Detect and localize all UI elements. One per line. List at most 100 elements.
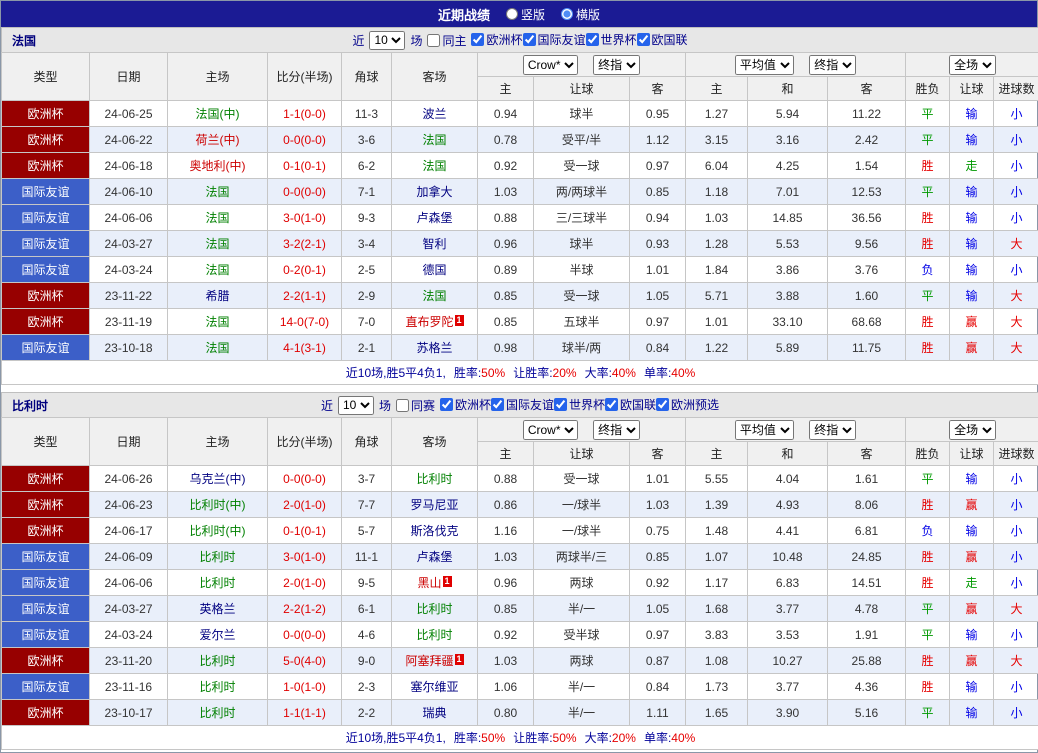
- euro-avg-select[interactable]: 平均值: [735, 55, 794, 75]
- competition-checkbox[interactable]: [554, 398, 567, 411]
- away-team[interactable]: 罗马尼亚: [410, 498, 458, 512]
- match-count-select[interactable]: 10: [338, 396, 374, 415]
- away-team[interactable]: 塞尔维亚: [410, 680, 458, 694]
- away-team[interactable]: 瑞典: [422, 706, 446, 720]
- layout-vertical-option[interactable]: 竖版: [506, 6, 545, 23]
- competition-checkbox[interactable]: [586, 33, 599, 46]
- competition-filter[interactable]: 欧国联: [605, 396, 656, 413]
- match-score[interactable]: 5-0(4-0): [283, 654, 326, 668]
- match-score[interactable]: 0-1(0-1): [283, 159, 326, 173]
- home-team[interactable]: 荷兰(中): [196, 133, 240, 147]
- home-team[interactable]: 比利时: [199, 550, 235, 564]
- competition-filter[interactable]: 欧洲杯: [471, 31, 522, 48]
- scope-select[interactable]: 全场: [949, 55, 996, 75]
- asian-odds-time-select[interactable]: 终指: [593, 55, 640, 75]
- home-team[interactable]: 法国: [205, 341, 229, 355]
- away-team[interactable]: 卢森堡: [416, 550, 452, 564]
- same-filter[interactable]: 同主: [427, 32, 466, 49]
- competition-type[interactable]: 欧洲杯: [2, 518, 90, 544]
- competition-filter[interactable]: 欧洲预选: [656, 396, 719, 413]
- competition-type[interactable]: 国际友谊: [2, 257, 90, 283]
- competition-type[interactable]: 欧洲杯: [2, 700, 90, 726]
- away-team[interactable]: 苏格兰: [416, 341, 452, 355]
- competition-type[interactable]: 欧洲杯: [2, 492, 90, 518]
- competition-type[interactable]: 欧洲杯: [2, 309, 90, 335]
- away-team[interactable]: 波兰: [422, 107, 446, 121]
- match-score[interactable]: 2-2(1-2): [283, 602, 326, 616]
- euro-odds-time-select[interactable]: 终指: [809, 420, 856, 440]
- home-team[interactable]: 乌克兰(中): [190, 472, 246, 486]
- away-team[interactable]: 比利时: [416, 602, 452, 616]
- away-team[interactable]: 德国: [422, 263, 446, 277]
- vertical-radio[interactable]: [506, 8, 518, 20]
- home-team[interactable]: 比利时: [199, 654, 235, 668]
- competition-filter[interactable]: 欧国联: [637, 31, 688, 48]
- bookmaker-select[interactable]: Crow*: [523, 420, 578, 440]
- match-score[interactable]: 3-0(1-0): [283, 211, 326, 225]
- horizontal-radio[interactable]: [561, 8, 573, 20]
- match-score[interactable]: 14-0(7-0): [280, 315, 329, 329]
- home-team[interactable]: 法国: [205, 237, 229, 251]
- euro-odds-time-select[interactable]: 终指: [809, 55, 856, 75]
- home-team[interactable]: 比利时: [199, 680, 235, 694]
- competition-type[interactable]: 国际友谊: [2, 622, 90, 648]
- home-team[interactable]: 法国: [205, 211, 229, 225]
- away-team[interactable]: 法国: [422, 159, 446, 173]
- competition-type[interactable]: 国际友谊: [2, 674, 90, 700]
- competition-checkbox[interactable]: [471, 33, 484, 46]
- competition-checkbox[interactable]: [523, 33, 536, 46]
- competition-filter[interactable]: 欧洲杯: [440, 396, 491, 413]
- competition-type[interactable]: 欧洲杯: [2, 466, 90, 492]
- match-score[interactable]: 0-0(0-0): [283, 628, 326, 642]
- home-team[interactable]: 法国(中): [196, 107, 240, 121]
- home-team[interactable]: 奥地利(中): [190, 159, 246, 173]
- competition-checkbox[interactable]: [491, 398, 504, 411]
- competition-type[interactable]: 国际友谊: [2, 570, 90, 596]
- away-team[interactable]: 智利: [422, 237, 446, 251]
- same-checkbox[interactable]: [427, 34, 440, 47]
- match-score[interactable]: 2-0(1-0): [283, 576, 326, 590]
- scope-select[interactable]: 全场: [949, 420, 996, 440]
- home-team[interactable]: 比利时(中): [190, 498, 246, 512]
- match-score[interactable]: 0-0(0-0): [283, 472, 326, 486]
- same-filter[interactable]: 同赛: [396, 397, 435, 414]
- away-team[interactable]: 加拿大: [416, 185, 452, 199]
- competition-checkbox[interactable]: [440, 398, 453, 411]
- competition-checkbox[interactable]: [656, 398, 669, 411]
- competition-type[interactable]: 国际友谊: [2, 231, 90, 257]
- competition-filter[interactable]: 国际友谊: [523, 31, 586, 48]
- competition-type[interactable]: 国际友谊: [2, 179, 90, 205]
- match-score[interactable]: 2-0(1-0): [283, 498, 326, 512]
- away-team[interactable]: 法国: [422, 289, 446, 303]
- competition-type[interactable]: 国际友谊: [2, 544, 90, 570]
- match-score[interactable]: 3-0(1-0): [283, 550, 326, 564]
- match-score[interactable]: 1-1(1-1): [283, 706, 326, 720]
- asian-odds-time-select[interactable]: 终指: [593, 420, 640, 440]
- match-score[interactable]: 0-0(0-0): [283, 185, 326, 199]
- competition-checkbox[interactable]: [637, 33, 650, 46]
- home-team[interactable]: 法国: [205, 315, 229, 329]
- home-team[interactable]: 希腊: [205, 289, 229, 303]
- match-score[interactable]: 3-2(2-1): [283, 237, 326, 251]
- home-team[interactable]: 法国: [205, 185, 229, 199]
- home-team[interactable]: 英格兰: [199, 602, 235, 616]
- competition-type[interactable]: 国际友谊: [2, 596, 90, 622]
- home-team[interactable]: 爱尔兰: [199, 628, 235, 642]
- competition-type[interactable]: 欧洲杯: [2, 283, 90, 309]
- away-team[interactable]: 直布罗陀: [405, 315, 453, 329]
- competition-checkbox[interactable]: [605, 398, 618, 411]
- away-team[interactable]: 比利时: [416, 628, 452, 642]
- match-score[interactable]: 2-2(1-1): [283, 289, 326, 303]
- competition-filter[interactable]: 世界杯: [586, 31, 637, 48]
- home-team[interactable]: 比利时(中): [190, 524, 246, 538]
- away-team[interactable]: 黑山: [417, 576, 441, 590]
- layout-horizontal-option[interactable]: 横版: [561, 6, 600, 23]
- match-score[interactable]: 1-1(0-0): [283, 107, 326, 121]
- match-score[interactable]: 0-0(0-0): [283, 133, 326, 147]
- competition-type[interactable]: 国际友谊: [2, 335, 90, 361]
- euro-avg-select[interactable]: 平均值: [735, 420, 794, 440]
- away-team[interactable]: 比利时: [416, 472, 452, 486]
- same-checkbox[interactable]: [396, 399, 409, 412]
- match-score[interactable]: 1-0(1-0): [283, 680, 326, 694]
- match-count-select[interactable]: 10: [369, 31, 405, 50]
